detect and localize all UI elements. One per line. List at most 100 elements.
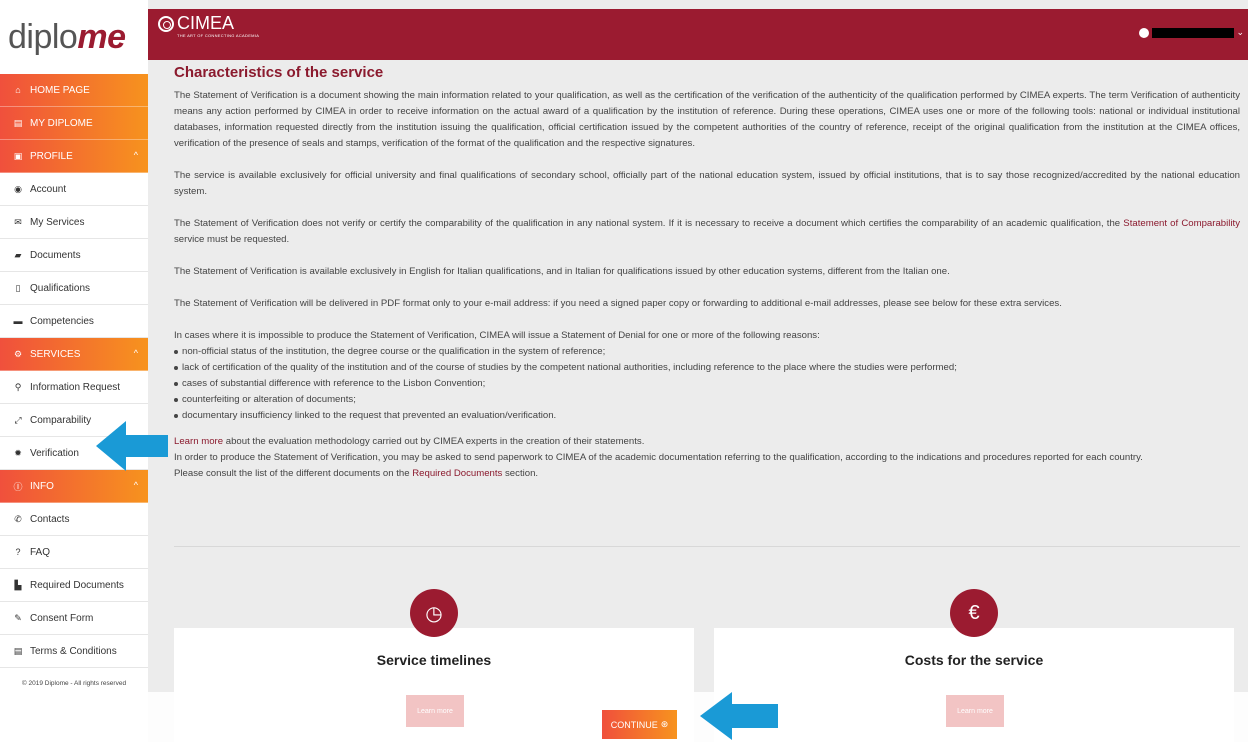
paragraph-language: The Statement of Verification is availab… xyxy=(174,266,950,277)
required-documents-link[interactable]: Required Documents xyxy=(412,468,502,479)
chevron-up-icon: ^ xyxy=(133,348,138,358)
sidebar-item-contacts[interactable]: ✆ Contacts xyxy=(0,503,148,536)
sidebar-item-terms-conditions[interactable]: ▤ Terms & Conditions xyxy=(0,635,148,668)
question-icon: ? xyxy=(15,547,21,557)
page-title: Characteristics of the service xyxy=(174,64,384,81)
sidebar: diplo me ⌂ HOME PAGE ▤ MY DIPLOME ▣ PROFI… xyxy=(0,0,148,742)
sidebar-item-documents[interactable]: ▰ Documents xyxy=(0,239,148,272)
list-item: documentary insufficiency linked to the … xyxy=(174,408,1240,424)
statement-of-comparability-link[interactable]: Statement of Comparability xyxy=(1123,218,1240,229)
file-icon: ▯ xyxy=(15,282,21,293)
page: diplo me ⌂ HOME PAGE ▤ MY DIPLOME ▣ PROFI… xyxy=(0,0,1248,742)
paragraph-availability: The service is available exclusively for… xyxy=(174,170,1240,197)
main-content: Characteristics of the service The State… xyxy=(148,60,1248,742)
paragraph-comparability: The Statement of Verification does not v… xyxy=(174,216,1240,248)
paragraph-delivery: The Statement of Verification will be de… xyxy=(174,298,1062,309)
sidebar-item-consent-form[interactable]: ✎ Consent Form xyxy=(0,602,148,635)
sidebar-item-home-page[interactable]: ⌂ HOME PAGE xyxy=(0,74,148,107)
sidebar-item-competencies[interactable]: ▬ Competencies xyxy=(0,305,148,338)
home-icon: ⌂ xyxy=(15,85,21,95)
brand-name: CIMEA xyxy=(177,13,235,33)
costs-learn-more-button[interactable]: Learn more xyxy=(946,695,1004,727)
continue-label: CONTINUE xyxy=(610,719,658,730)
sidebar-item-faq[interactable]: ? FAQ xyxy=(0,536,148,569)
sidebar-item-label: Required Documents xyxy=(30,579,124,591)
logo-text: diplo xyxy=(8,17,78,56)
sidebar-item-label: HOME PAGE xyxy=(30,84,90,96)
redacted-user-name xyxy=(1152,27,1235,38)
cimea-logo-icon xyxy=(158,15,174,32)
id-icon: ▣ xyxy=(13,150,23,161)
sidebar-item-label: INFO xyxy=(30,480,54,492)
sidebar-item-label: Account xyxy=(30,183,67,195)
cimea-logo[interactable]: CIMEA xyxy=(158,13,234,34)
paragraph-learn-more: Learn more about the evaluation methodol… xyxy=(174,434,1240,450)
gears-icon: ⚙ xyxy=(13,348,23,359)
book-icon: ▰ xyxy=(14,249,22,260)
sidebar-item-label: My Services xyxy=(30,216,85,228)
divider xyxy=(174,546,1240,547)
sidebar-item-my-diplome[interactable]: ▤ MY DIPLOME xyxy=(0,107,148,140)
text: service must be requested. xyxy=(174,234,290,245)
sidebar-item-label: Documents xyxy=(30,249,81,261)
sidebar-item-services[interactable]: ⚙ SERVICES ^ xyxy=(0,338,148,371)
sidebar-item-label: Verification xyxy=(30,447,79,459)
text: Please consult the list of the different… xyxy=(174,468,413,479)
sidebar-item-required-documents[interactable]: ▙ Required Documents xyxy=(0,569,148,602)
info-icon: ⓘ xyxy=(13,481,23,492)
document-icon: ▙ xyxy=(14,579,22,590)
card-icon: ▤ xyxy=(13,117,23,128)
list-item: cases of substantial difference with ref… xyxy=(174,376,1240,392)
envelope-icon: ✉ xyxy=(14,216,22,227)
sidebar-item-label: Comparability xyxy=(30,414,92,426)
continue-button[interactable]: CONTINUE ⊛ xyxy=(602,710,677,739)
sidebar-item-account[interactable]: ◉ Account xyxy=(0,173,148,206)
paragraph-denial-intro: In cases where it is impossible to produ… xyxy=(174,330,820,341)
service-characteristics: Characteristics of the service The State… xyxy=(174,64,1240,482)
user-menu[interactable]: ⌄ xyxy=(1139,27,1244,38)
arrow-left-icon xyxy=(96,421,168,471)
phone-icon: ✆ xyxy=(14,513,22,524)
sidebar-item-label: Competencies xyxy=(30,315,94,327)
sidebar-item-profile[interactable]: ▣ PROFILE ^ xyxy=(0,140,148,173)
sidebar-item-label: FAQ xyxy=(30,546,51,558)
sidebar-item-label: Qualifications xyxy=(30,282,91,294)
list-item: counterfeiting or alteration of document… xyxy=(174,392,1240,408)
card-title: Costs for the service xyxy=(904,652,1044,668)
sidebar-item-label: MY DIPLOME xyxy=(30,117,93,129)
arrow-left-icon xyxy=(700,692,778,740)
sidebar-item-label: Information Request xyxy=(30,381,121,393)
euro-icon: € xyxy=(950,589,998,637)
sidebar-item-qualifications[interactable]: ▯ Qualifications xyxy=(0,272,148,305)
sidebar-item-information-request[interactable]: ⚲ Information Request xyxy=(0,371,148,404)
paragraph-required-docs: Please consult the list of the different… xyxy=(174,466,1240,482)
terms-icon: ▤ xyxy=(13,645,23,656)
list-item: non-official status of the institution, … xyxy=(174,344,1240,360)
briefcase-icon: ▬ xyxy=(13,316,23,326)
sidebar-item-label: Contacts xyxy=(30,513,70,525)
text: about the evaluation methodology carried… xyxy=(223,436,645,447)
clock-icon: ◷ xyxy=(410,589,458,637)
top-header: CIMEA THE ART OF CONNECTING ACADEMIA ⌄ xyxy=(148,9,1248,60)
sidebar-item-label: Consent Form xyxy=(30,612,94,624)
sidebar-item-label: SERVICES xyxy=(30,348,81,360)
paragraph-verification-definition: The Statement of Verification is a docum… xyxy=(174,90,1240,149)
text: The Statement of Verification does not v… xyxy=(174,218,1124,229)
sidebar-item-info[interactable]: ⓘ INFO ^ xyxy=(0,470,148,503)
search-icon: ⚲ xyxy=(14,381,22,392)
learn-more-link[interactable]: Learn more xyxy=(174,436,223,447)
logo-accent: me xyxy=(77,17,126,56)
pencil-icon: ✎ xyxy=(14,612,22,623)
badge-icon: ✹ xyxy=(14,447,22,458)
account-icon: ◉ xyxy=(14,183,22,194)
sidebar-item-label: Terms & Conditions xyxy=(30,645,117,657)
brand-tagline: THE ART OF CONNECTING ACADEMIA xyxy=(177,33,260,38)
chevron-up-icon: ^ xyxy=(133,150,138,160)
chevron-up-icon: ^ xyxy=(133,480,138,490)
denial-reasons-list: non-official status of the institution, … xyxy=(174,344,1240,424)
sidebar-item-my-services[interactable]: ✉ My Services xyxy=(0,206,148,239)
text: section. xyxy=(502,468,539,479)
paragraph-paperwork: In order to produce the Statement of Ver… xyxy=(174,452,1143,463)
diplome-logo[interactable]: diplo me xyxy=(0,0,148,74)
timelines-learn-more-button[interactable]: Learn more xyxy=(406,695,464,727)
